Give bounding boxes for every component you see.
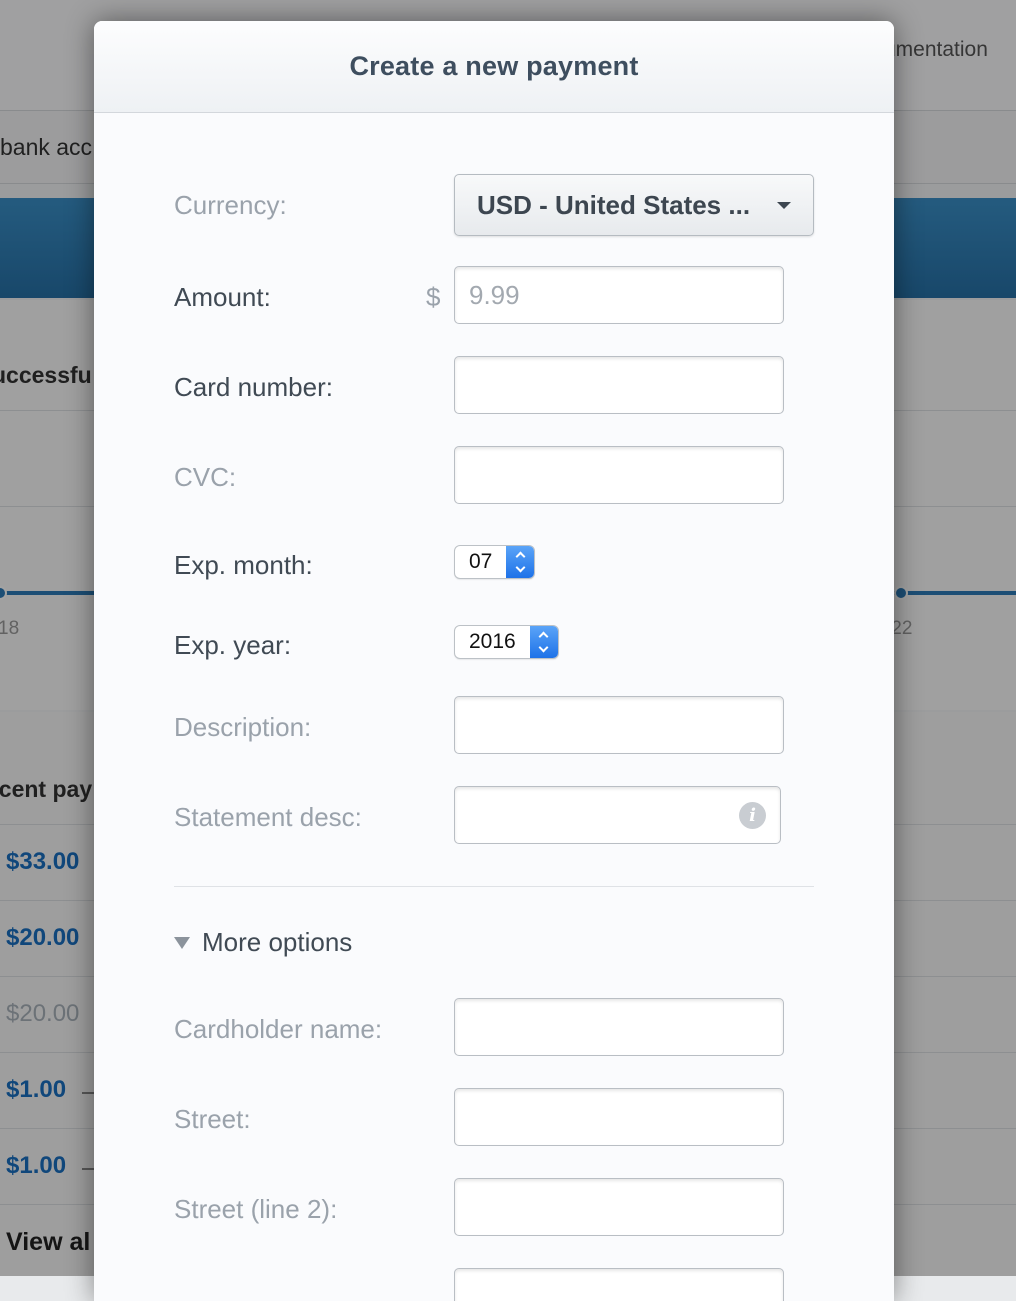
cvc-row: CVC: — [94, 446, 894, 506]
street2-label: Street (line 2): — [174, 1194, 338, 1224]
section-divider — [174, 886, 814, 887]
exp-month-row: Exp. month: 07 — [94, 544, 894, 584]
cardholder-name-label: Cardholder name: — [174, 1014, 383, 1044]
next-field-row — [94, 1268, 894, 1301]
description-input[interactable] — [454, 696, 784, 754]
triangle-down-icon — [174, 936, 190, 949]
exp-month-select[interactable]: 07 — [454, 545, 536, 579]
exp-month-label: Exp. month: — [174, 550, 313, 580]
currency-selected-value: USD - United States ... — [477, 189, 751, 220]
card-number-input[interactable] — [454, 356, 784, 414]
modal-title: Create a new payment — [349, 51, 639, 81]
exp-year-select[interactable]: 2016 — [454, 625, 559, 659]
street-input[interactable] — [454, 1088, 784, 1146]
cardholder-name-row: Cardholder name: — [94, 998, 894, 1058]
description-row: Description: — [94, 696, 894, 756]
card-number-row: Card number: — [94, 356, 894, 416]
more-options-label: More options — [202, 927, 353, 957]
next-field-input[interactable] — [454, 1268, 784, 1301]
exp-year-row: Exp. year: 2016 — [94, 624, 894, 664]
create-payment-modal: Create a new payment Currency: USD - Uni… — [94, 21, 894, 1301]
statement-desc-label: Statement desc: — [174, 802, 362, 832]
currency-label: Currency: — [174, 190, 287, 220]
exp-year-label: Exp. year: — [174, 630, 292, 660]
currency-row: Currency: USD - United States ... — [94, 174, 894, 236]
street-row: Street: — [94, 1088, 894, 1148]
exp-year-value: 2016 — [469, 630, 516, 653]
street-label: Street: — [174, 1104, 251, 1134]
more-options-toggle[interactable]: More options — [174, 927, 352, 958]
caret-down-icon — [777, 201, 791, 209]
cardholder-name-input[interactable] — [454, 998, 784, 1056]
cvc-input[interactable] — [454, 446, 784, 504]
modal-header: Create a new payment — [94, 21, 894, 113]
street2-row: Street (line 2): — [94, 1178, 894, 1238]
up-down-arrows-icon — [529, 626, 558, 658]
info-icon[interactable]: i — [739, 802, 766, 829]
statement-desc-input[interactable]: i — [454, 786, 781, 844]
cvc-label: CVC: — [174, 462, 237, 492]
street2-input[interactable] — [454, 1178, 784, 1236]
currency-select[interactable]: USD - United States ... — [454, 174, 814, 236]
description-label: Description: — [174, 712, 312, 742]
dollar-symbol: $ — [426, 282, 441, 312]
exp-month-value: 07 — [469, 550, 493, 573]
amount-label: Amount: — [174, 282, 271, 312]
amount-input[interactable] — [454, 266, 784, 324]
up-down-arrows-icon — [506, 546, 535, 578]
amount-row: Amount: $ — [94, 266, 894, 326]
card-number-label: Card number: — [174, 372, 333, 402]
statement-desc-row: Statement desc: i — [94, 786, 894, 846]
